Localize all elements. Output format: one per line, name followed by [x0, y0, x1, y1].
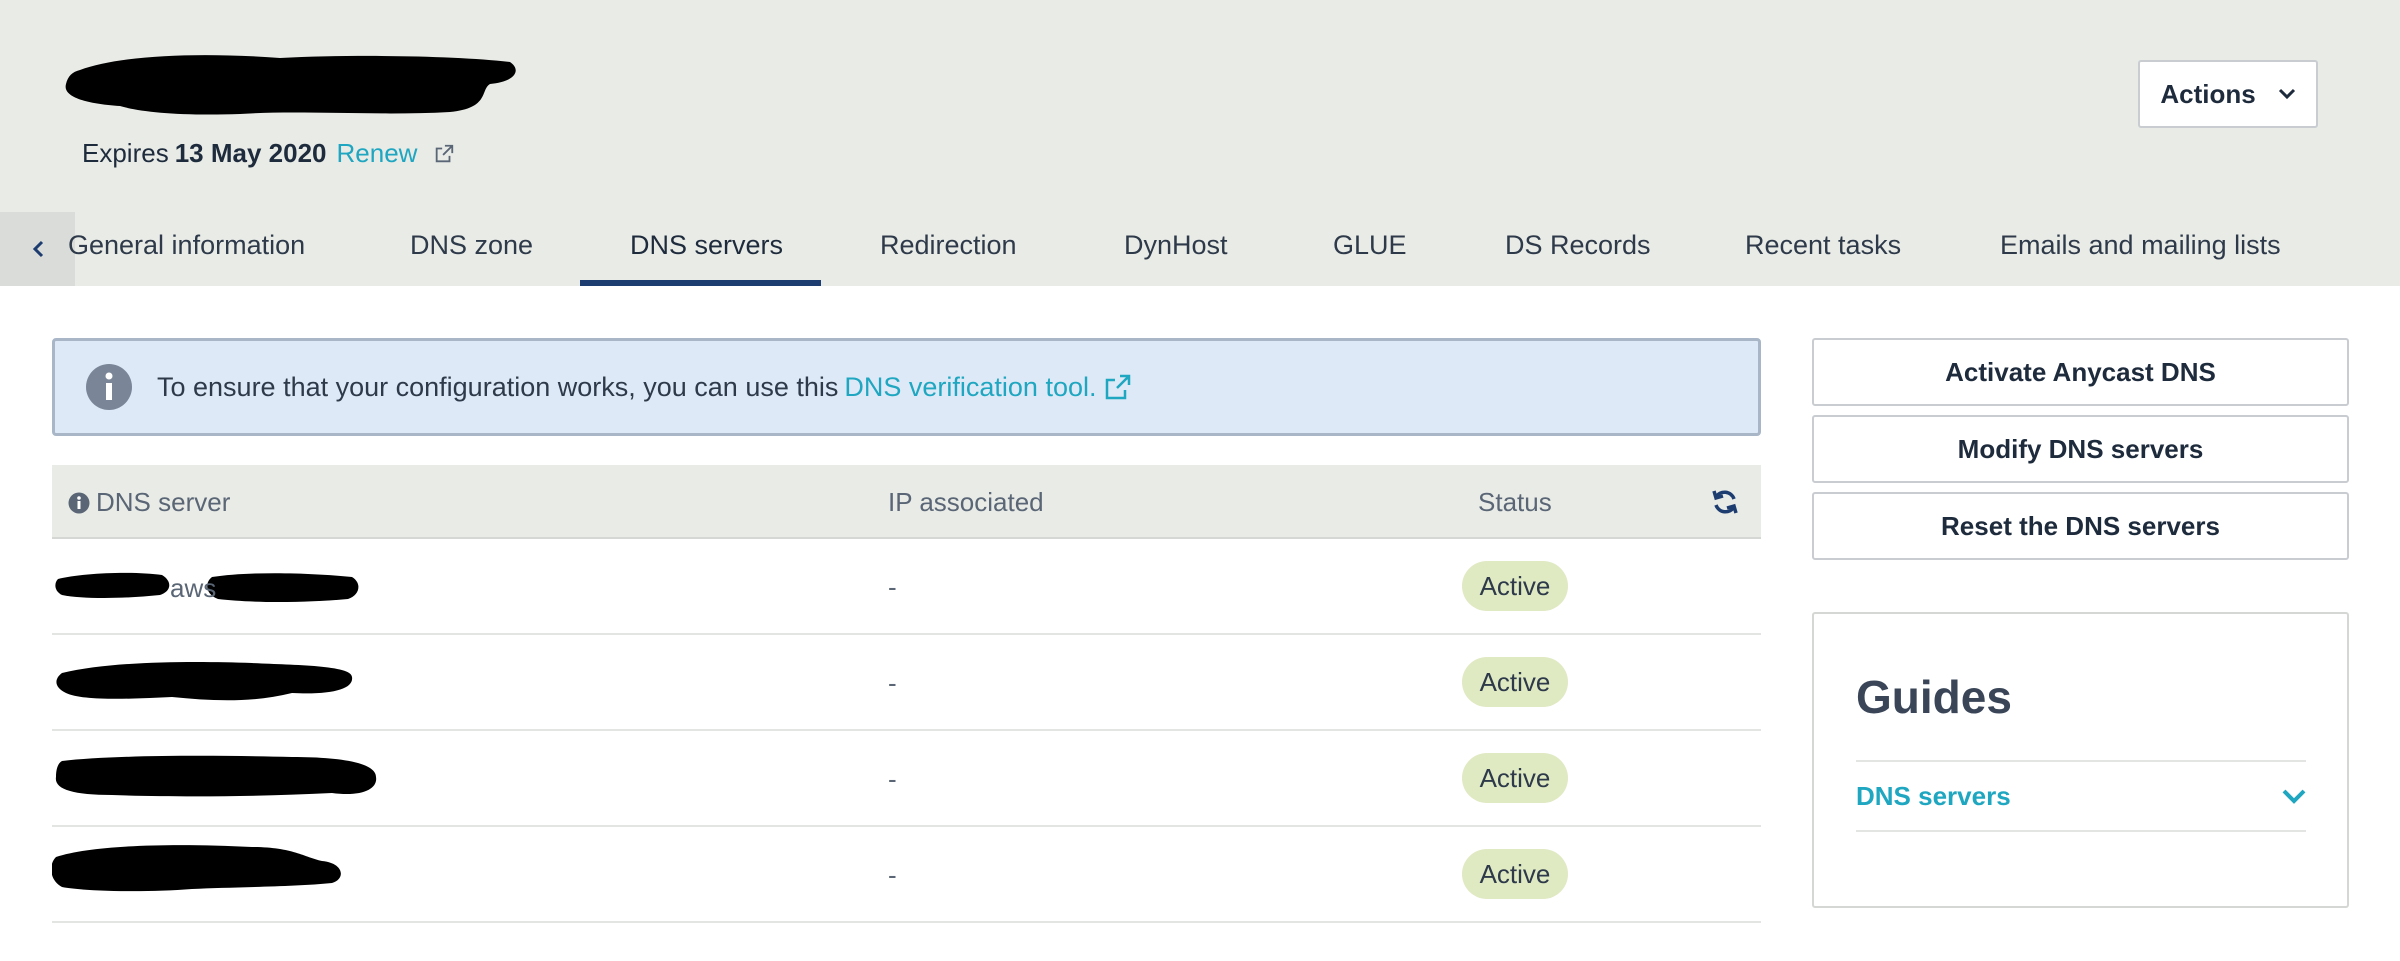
refresh-icon[interactable]	[1710, 487, 1740, 517]
activate-anycast-dns-button[interactable]: Activate Anycast DNS	[1812, 338, 2349, 406]
info-icon[interactable]	[68, 492, 90, 514]
table-header: DNS server IP associated Status	[52, 465, 1761, 539]
redacted-dns-server	[56, 662, 353, 701]
tab-glue[interactable]: GLUE	[1333, 230, 1407, 261]
dns-server-fragment: aws	[170, 573, 217, 603]
modify-dns-servers-button[interactable]: Modify DNS servers	[1812, 415, 2349, 483]
table-row: - Active	[52, 635, 1761, 731]
status-badge: Active	[1462, 657, 1568, 707]
dns-verification-tool-label: DNS verification tool.	[844, 371, 1097, 402]
tab-emails-and-mailing-lists[interactable]: Emails and mailing lists	[2000, 230, 2281, 261]
tab-dynhost[interactable]: DynHost	[1124, 230, 1228, 261]
column-ip-associated: IP associated	[888, 487, 1044, 517]
status-badge: Active	[1462, 849, 1568, 899]
guides-panel: Guides DNS servers	[1812, 612, 2349, 908]
expires-label: Expires	[82, 138, 169, 168]
ip-value: -	[888, 860, 897, 890]
tab-dns-zone[interactable]: DNS zone	[410, 230, 533, 261]
external-link-icon[interactable]	[433, 143, 455, 165]
chevron-down-icon	[2282, 789, 2306, 804]
tab-recent-tasks[interactable]: Recent tasks	[1745, 230, 1901, 261]
external-link-icon	[1106, 374, 1131, 400]
expiry-info: Expires 13 May 2020 Renew	[82, 138, 455, 169]
info-text: To ensure that your configuration works,…	[157, 371, 839, 402]
table-row: - Active	[52, 731, 1761, 827]
redacted-domain-name	[65, 55, 516, 115]
table-row: aws - Active	[52, 539, 1761, 635]
domain-header: Expires 13 May 2020 Renew Actions Genera…	[0, 0, 2400, 286]
tab-bar: General information DNS zone DNS servers…	[0, 212, 2400, 286]
renew-link[interactable]: Renew	[337, 138, 418, 169]
dns-servers-table: DNS server IP associated Status aws - Ac…	[52, 465, 1761, 923]
column-dns-server: DNS server	[68, 487, 230, 518]
column-dns-server-label: DNS server	[96, 487, 231, 517]
tab-scroll-left-button[interactable]	[0, 212, 75, 286]
info-icon	[86, 364, 132, 410]
active-tab-indicator	[580, 280, 821, 286]
column-status: Status	[1478, 487, 1552, 517]
guides-title: Guides	[1856, 671, 2012, 723]
actions-label: Actions	[2160, 78, 2256, 109]
status-badge: Active	[1462, 753, 1568, 803]
status-badge: Active	[1462, 561, 1568, 611]
ip-value: -	[888, 572, 897, 602]
ip-value: -	[888, 668, 897, 698]
tab-dns-servers[interactable]: DNS servers	[630, 230, 783, 261]
info-banner: To ensure that your configuration works,…	[52, 338, 1761, 436]
tab-general-information[interactable]: General information	[68, 230, 305, 261]
expires-date: 13 May 2020	[174, 138, 327, 168]
guides-dns-servers-toggle[interactable]: DNS servers	[1856, 760, 2306, 832]
table-row: - Active	[52, 827, 1761, 923]
tab-ds-records[interactable]: DS Records	[1505, 230, 1651, 261]
ip-value: -	[888, 764, 897, 794]
dns-verification-tool-link[interactable]: DNS verification tool.	[844, 372, 1132, 403]
chevron-left-icon	[32, 240, 43, 258]
actions-button[interactable]: Actions	[2138, 60, 2318, 128]
redacted-dns-server	[55, 755, 377, 797]
redacted-dns-server	[52, 845, 341, 892]
chevron-down-icon	[2278, 88, 2295, 100]
tab-redirection[interactable]: Redirection	[880, 230, 1017, 261]
reset-dns-servers-button[interactable]: Reset the DNS servers	[1812, 492, 2349, 560]
guides-item-label: DNS servers	[1856, 780, 2011, 811]
